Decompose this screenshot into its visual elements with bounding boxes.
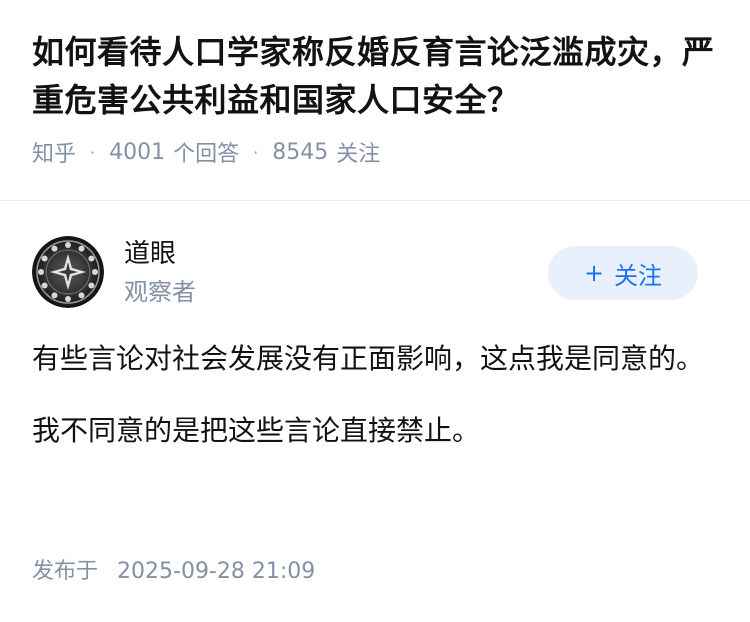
follow-label: 关注: [614, 261, 663, 290]
source-label[interactable]: 知乎: [32, 136, 76, 168]
publish-datetime: 2025-09-28 21:09: [117, 559, 316, 584]
avatar-emblem-icon: [32, 236, 104, 308]
separator-dot: ·: [253, 142, 259, 162]
answers-count: 4001: [109, 139, 166, 165]
answers-label: 个回答: [173, 142, 240, 167]
question-title[interactable]: 如何看待人口学家称反婚反育言论泛滥成灾，严重危害公共利益和国家人口安全？: [32, 28, 722, 124]
followers-label: 关注: [336, 142, 381, 167]
author-name[interactable]: 道眼: [124, 236, 176, 272]
author-row: 道眼 观察者 + 关注: [32, 236, 718, 308]
followers-count: 8545: [272, 139, 329, 165]
question-meta: 知乎 · 4001 个回答 · 8545 关注: [32, 136, 722, 168]
author-role: 观察者: [124, 278, 196, 306]
publish-info: 发布于 2025-09-28 21:09: [32, 553, 315, 585]
avatar[interactable]: [32, 236, 104, 308]
question-header: 如何看待人口学家称反婚反育言论泛滥成灾，严重危害公共利益和国家人口安全？ 知乎 …: [32, 28, 722, 168]
answer-paragraph: 有些言论对社会发展没有正面影响，这点我是同意的。: [32, 342, 705, 375]
separator-dot: ·: [90, 142, 96, 162]
plus-icon: +: [583, 259, 605, 287]
answer-content: 有些言论对社会发展没有正面影响，这点我是同意的。 我不同意的是把这些言论直接禁止…: [32, 336, 712, 480]
answer-paragraph: 我不同意的是把这些言论直接禁止。: [32, 414, 481, 447]
follow-button[interactable]: + 关注: [548, 246, 698, 300]
divider: [0, 200, 750, 201]
publish-label: 发布于: [32, 559, 99, 584]
